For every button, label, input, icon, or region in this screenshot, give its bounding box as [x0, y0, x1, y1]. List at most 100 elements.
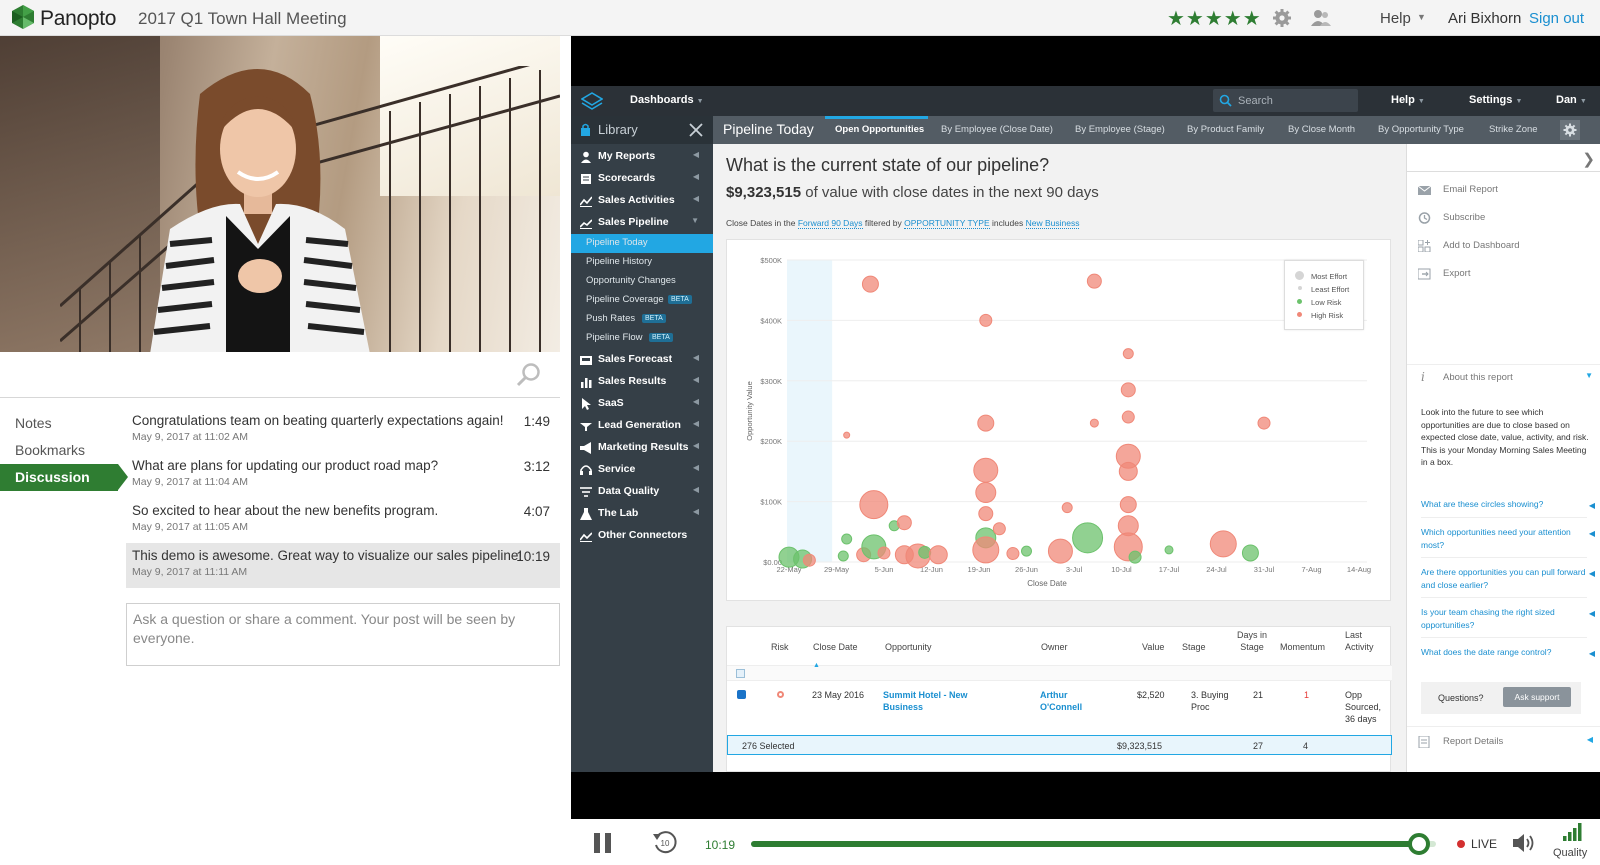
opportunity-bubble[interactable] [1006, 547, 1020, 561]
opportunity-bubble[interactable] [1089, 418, 1099, 428]
sidebar-item-lead-generation[interactable]: Lead Generation ◀ [571, 415, 713, 437]
presenter-video[interactable] [0, 36, 560, 352]
help-question-link[interactable]: Which opportunities need your attention … [1421, 526, 1595, 558]
progress-bar[interactable] [751, 833, 1436, 855]
filter-field-link[interactable]: OPPORTUNITY TYPE [904, 218, 990, 229]
rewind-10-icon[interactable]: 10 [652, 829, 678, 855]
comment-timestamp[interactable]: 3:12 [524, 459, 550, 474]
opportunity-bubble[interactable] [802, 553, 816, 567]
comment-timestamp[interactable]: 4:07 [524, 504, 550, 519]
sidebar-subitem-pipeline-history[interactable]: Pipeline History [571, 253, 713, 272]
tab-by-opportunity-type[interactable]: By Opportunity Type [1378, 124, 1464, 135]
sidebar-item-sales-pipeline[interactable]: Sales Pipeline ▼ [571, 212, 713, 234]
app-user-menu[interactable]: Dan ▼ [1556, 94, 1587, 106]
sidebar-item-service[interactable]: Service ◀ [571, 459, 713, 481]
sidebar-item-sales-results[interactable]: Sales Results ◀ [571, 371, 713, 393]
comment-item-selected[interactable]: This demo is awesome. Great way to visua… [126, 543, 560, 588]
add-to-dashboard-action[interactable]: Add to Dashboard [1407, 232, 1600, 260]
app-help-menu[interactable]: Help ▼ [1391, 94, 1425, 106]
dashboards-menu[interactable]: Dashboards ▼ [630, 94, 704, 106]
opportunity-bubble[interactable] [861, 275, 879, 293]
people-icon[interactable] [1310, 8, 1332, 28]
grid-header-risk[interactable]: Risk [771, 641, 789, 653]
progress-handle[interactable] [1407, 833, 1430, 855]
grid-header-close-date[interactable]: Close Date [813, 641, 858, 653]
sidebar-item-my-reports[interactable]: My Reports ◀ [571, 146, 713, 168]
sidebar-item-sales-forecast[interactable]: Sales Forecast ◀ [571, 349, 713, 371]
opportunity-bubble[interactable] [973, 457, 999, 483]
grid-header-momentum[interactable]: Momentum [1280, 641, 1325, 653]
sidebar-subitem-opportunity-changes[interactable]: Opportunity Changes [571, 272, 713, 291]
comment-item[interactable]: So excited to hear about the new benefit… [126, 498, 560, 543]
grid-header-owner[interactable]: Owner [1041, 641, 1068, 653]
app-settings-menu[interactable]: Settings ▼ [1469, 94, 1522, 106]
sidebar-item-marketing-results[interactable]: Marketing Results ◀ [571, 437, 713, 459]
search-icon[interactable] [516, 362, 542, 388]
settings-gear-icon[interactable] [1272, 8, 1292, 28]
filter-range-link[interactable]: Forward 90 Days [797, 218, 863, 229]
opportunity-bubble[interactable] [1119, 496, 1137, 514]
opportunity-bubble[interactable] [972, 536, 1000, 564]
help-question-link[interactable]: What are these circles showing? ◀ [1421, 498, 1595, 518]
opportunity-bubble[interactable] [859, 490, 889, 520]
grid-header-opportunity[interactable]: Opportunity [885, 641, 932, 653]
opportunity-bubble[interactable] [896, 515, 912, 531]
opportunity-bubble[interactable] [1072, 522, 1104, 554]
opportunity-bubble[interactable] [1086, 273, 1102, 289]
opportunity-bubble[interactable] [975, 482, 997, 504]
subscribe-action[interactable]: Subscribe [1407, 204, 1600, 232]
sidebar-subitem-push-rates[interactable]: Push Rates BETA [571, 310, 713, 329]
grid-header-days-in-stage[interactable]: Days in Stage [1232, 629, 1272, 653]
opportunity-bubble[interactable] [1120, 382, 1136, 398]
opportunity-bubble[interactable] [977, 414, 995, 432]
comment-timestamp[interactable]: 1:49 [524, 414, 550, 429]
tab-notes[interactable]: Notes [0, 410, 118, 437]
opportunity-bubble[interactable] [1257, 416, 1271, 430]
opportunity-bubble[interactable] [837, 550, 849, 562]
about-report-toggle[interactable]: i About this report ▼ [1407, 364, 1600, 388]
tab-strike-zone[interactable]: Strike Zone [1489, 124, 1538, 135]
comment-timestamp[interactable]: 10:19 [516, 549, 550, 564]
sidebar-item-data-quality[interactable]: Data Quality ◀ [571, 481, 713, 503]
filter-value-link[interactable]: New Business [1025, 218, 1080, 229]
sign-out-link[interactable]: Sign out [1529, 10, 1584, 27]
opportunity-bubble[interactable] [918, 545, 932, 559]
export-action[interactable]: Export [1407, 260, 1600, 288]
tab-by-employee-close-date[interactable]: By Employee (Close Date) [941, 124, 1053, 135]
opportunity-bubble[interactable] [978, 506, 994, 522]
tab-open-opportunities[interactable]: Open Opportunities [835, 124, 924, 135]
tab-bookmarks[interactable]: Bookmarks [0, 437, 118, 464]
app-search-input[interactable]: Search [1213, 89, 1358, 112]
quality-label[interactable]: Quality [1553, 847, 1587, 859]
opportunity-bubble[interactable] [841, 533, 853, 545]
grid-header-stage[interactable]: Stage [1182, 641, 1206, 653]
grid-cell-owner-link[interactable]: Arthur O'Connell [1040, 689, 1100, 713]
help-question-link[interactable]: Are there opportunities you can pull for… [1421, 566, 1595, 598]
tab-by-close-month[interactable]: By Close Month [1288, 124, 1355, 135]
comment-input[interactable]: Ask a question or share a comment. Your … [126, 603, 560, 666]
pause-button[interactable] [594, 833, 612, 853]
volume-icon[interactable] [1512, 832, 1538, 854]
help-menu[interactable]: Help [1380, 10, 1411, 27]
opportunity-bubble[interactable] [928, 545, 948, 565]
sidebar-item-scorecards[interactable]: Scorecards ◀ [571, 168, 713, 190]
chevron-right-icon[interactable]: ❯ [1582, 150, 1595, 168]
select-all-checkbox[interactable] [736, 669, 745, 678]
tab-settings-button[interactable] [1560, 120, 1580, 140]
row-checkbox[interactable] [737, 690, 746, 699]
opportunity-bubble[interactable] [1164, 545, 1174, 555]
tab-discussion[interactable]: Discussion [0, 464, 128, 491]
opportunity-bubble[interactable] [1241, 544, 1259, 562]
opportunity-bubble[interactable] [1118, 461, 1138, 481]
close-icon[interactable] [689, 123, 703, 137]
report-details-toggle[interactable]: Report Details ◀ [1407, 726, 1600, 756]
help-question-link[interactable]: What does the date range control? ◀ [1421, 646, 1595, 665]
help-question-link[interactable]: Is your team chasing the right sized opp… [1421, 606, 1595, 638]
opportunity-bubble[interactable] [877, 546, 891, 560]
sidebar-subitem-pipeline-coverage[interactable]: Pipeline Coverage BETA [571, 291, 713, 310]
grid-header-value[interactable]: Value [1142, 641, 1164, 653]
opportunity-bubble[interactable] [843, 431, 851, 439]
live-label[interactable]: LIVE [1471, 837, 1497, 851]
opportunity-bubble[interactable] [1047, 538, 1073, 564]
star-rating[interactable]: ★★★★★ [1167, 6, 1262, 31]
